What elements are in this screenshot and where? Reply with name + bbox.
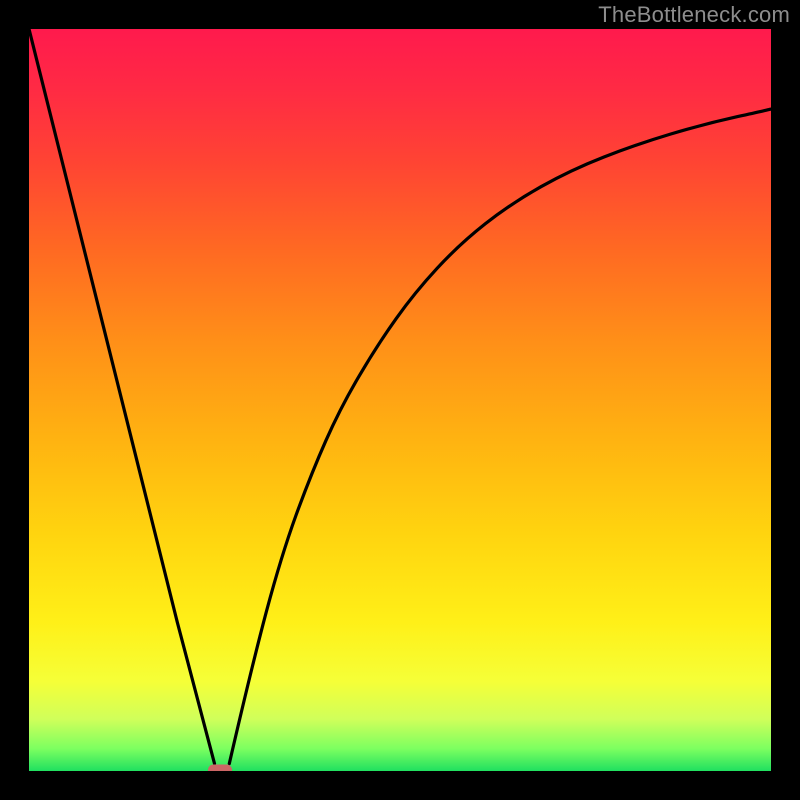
chart-plot-area (29, 29, 771, 771)
minimum-marker (208, 764, 232, 771)
curve-left-branch (29, 29, 215, 764)
watermark-text: TheBottleneck.com (598, 2, 790, 28)
curve-right-branch (229, 109, 771, 764)
chart-curve-svg (29, 29, 771, 771)
